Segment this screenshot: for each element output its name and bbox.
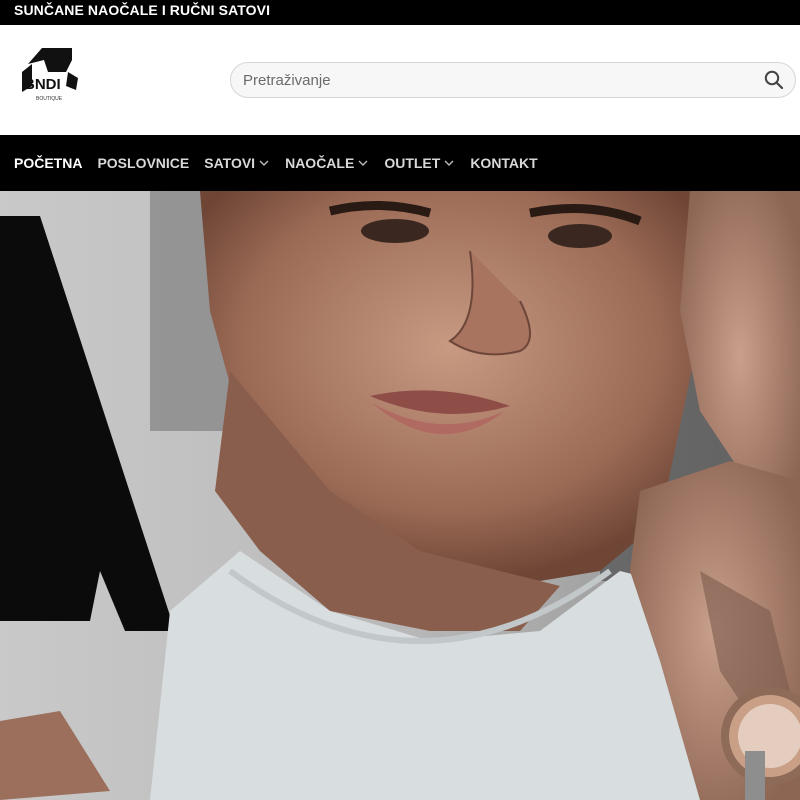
nav-label: POSLOVNICE [97,155,190,171]
logo-letters: BNDI [24,76,61,93]
nav-label: NAOČALE [285,155,355,171]
top-announcement-bar: SUNČANE NAOČALE I RUČNI SATOVI [0,0,800,25]
search-bar [230,62,796,98]
nav-item-pocetna[interactable]: POČETNA [14,155,82,171]
brand-logo[interactable]: BNDI BOUTIQUE [18,42,90,114]
nav-label: POČETNA [14,155,83,171]
nav-label: SATOVI [204,155,256,171]
nav-label: KONTAKT [470,155,538,171]
nav-list: POČETNA POSLOVNICE SATOVI NAOČALE OUTLET… [14,135,553,191]
search-icon [764,70,784,89]
main-navigation: POČETNA POSLOVNICE SATOVI NAOČALE OUTLET… [0,135,800,191]
nav-item-outlet[interactable]: OUTLET [384,155,455,171]
nav-item-naocale[interactable]: NAOČALE [285,155,369,171]
logo-tagline: BOUTIQUE [36,96,63,102]
chevron-down-icon [444,160,454,166]
site-header: BNDI BOUTIQUE [0,25,800,135]
announcement-text: SUNČANE NAOČALE I RUČNI SATOVI [14,2,271,18]
nav-item-kontakt[interactable]: KONTAKT [470,155,537,171]
search-button[interactable] [761,68,787,94]
nav-label: OUTLET [384,155,441,171]
hero-banner[interactable] [0,191,800,800]
nav-item-poslovnice[interactable]: POSLOVNICE [97,155,189,171]
chevron-down-icon [358,160,368,166]
nav-item-satovi[interactable]: SATOVI [204,155,270,171]
chevron-down-icon [259,160,269,166]
hero-photo [0,191,800,800]
search-input[interactable] [243,63,743,97]
